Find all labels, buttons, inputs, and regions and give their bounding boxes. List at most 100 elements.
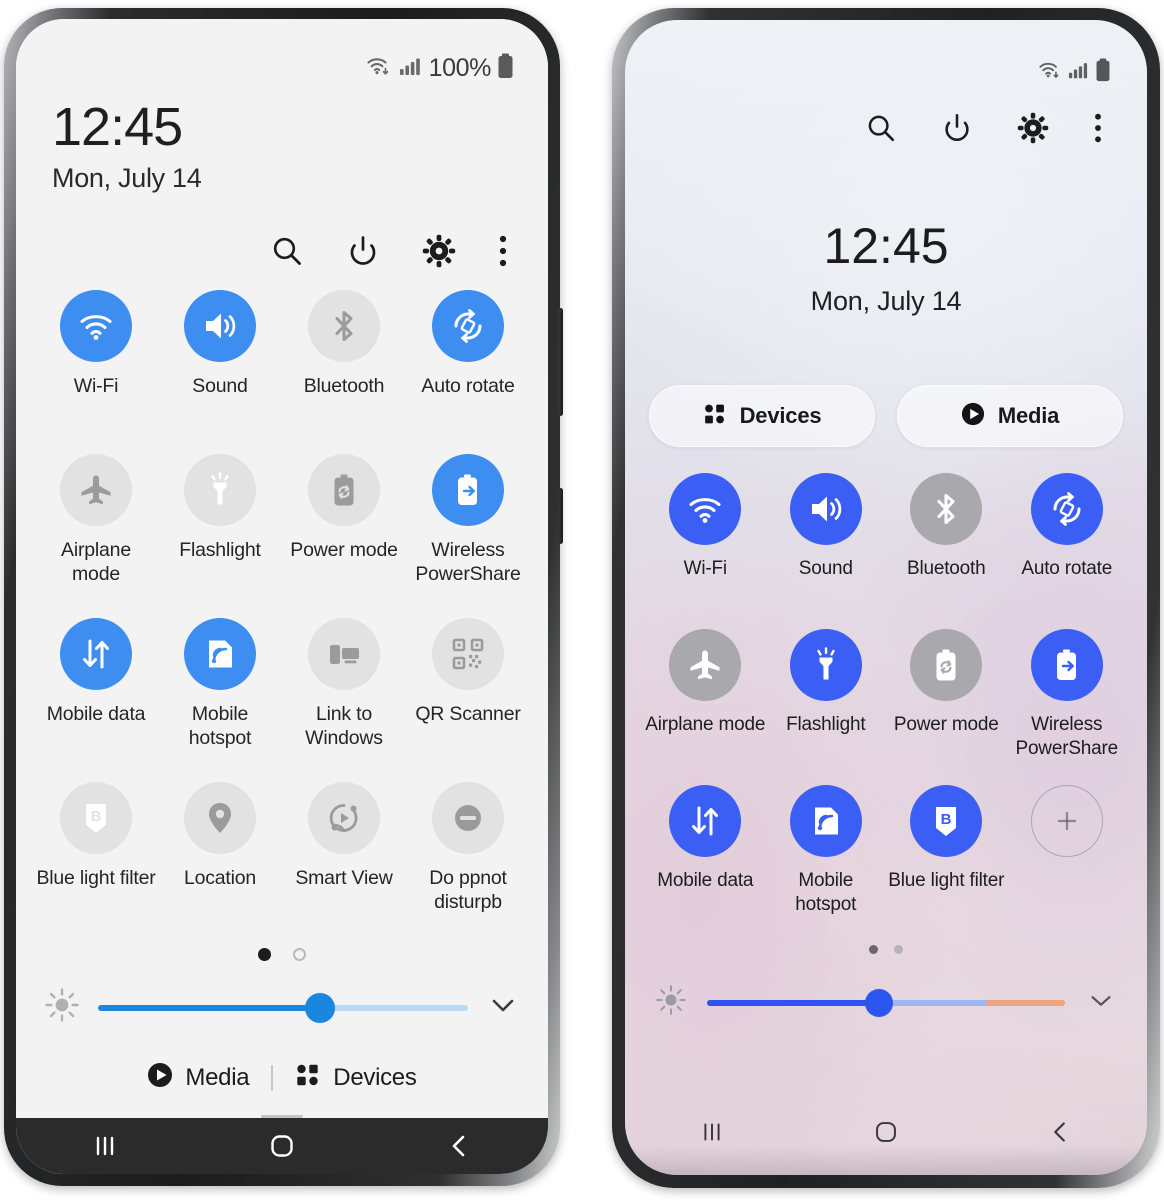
qs-tile-wireless-powershare[interactable]: Wireless PowerShare [1007,629,1128,773]
qs-tile-airplane-mode[interactable]: Airplane mode [34,454,158,604]
recents-icon[interactable] [696,1116,728,1148]
more-options-icon[interactable] [1093,112,1103,149]
power-mode-icon[interactable] [910,629,983,701]
airplane-icon[interactable] [669,629,742,701]
qs-tile-label: Flashlight [786,714,866,735]
page-indicator-left [16,948,548,962]
qs-tile-mobile-data[interactable]: Mobile data [34,618,158,768]
qs-tile-sound[interactable]: Sound [766,473,887,617]
more-options-icon[interactable] [498,234,508,268]
mobile-hotspot-icon[interactable] [184,618,256,691]
qs-tile-auto-rotate[interactable]: Auto rotate [1007,473,1128,617]
qs-tile-add[interactable] [1007,785,1128,929]
qs-tile-auto-rotate[interactable]: Auto rotate [406,290,530,440]
page-dot-inactive[interactable] [293,948,306,962]
slider-thumb[interactable] [305,992,335,1023]
qs-tile-airplane-mode[interactable]: Airplane mode [645,629,766,773]
qs-tile-qr-scanner[interactable]: QR Scanner [406,618,530,768]
play-circle-icon [961,402,985,431]
phone-device-right: 12:45 Mon, July 14 Devices Media Wi-Fi S… [612,8,1160,1188]
mobile-data-icon[interactable] [669,785,742,857]
slider-thumb[interactable] [864,988,893,1017]
media-button[interactable]: Media [147,1062,250,1093]
qs-tile-wi-fi[interactable]: Wi-Fi [34,290,158,440]
chevron-down-icon[interactable] [486,988,520,1027]
navigation-bar-right [625,1089,1147,1175]
qs-tile-smart-view[interactable]: Smart View [282,782,406,932]
sound-icon[interactable] [789,473,862,545]
qs-tile-blue-light-filter[interactable]: B Blue light filter [886,785,1007,929]
search-icon[interactable] [865,112,897,149]
back-icon[interactable] [442,1129,476,1163]
qs-tile-bluetooth[interactable]: Bluetooth [282,290,406,440]
bluetooth-icon[interactable] [308,290,380,363]
qr-scanner-icon[interactable] [432,618,504,691]
power-icon[interactable] [346,234,380,268]
wifi-icon[interactable] [60,290,132,363]
location-pin-icon[interactable] [184,782,256,855]
qs-tile-location[interactable]: Location [158,782,282,932]
power-icon[interactable] [941,112,973,149]
blue-light-filter-icon[interactable]: B [60,782,132,855]
bluetooth-icon[interactable] [910,473,983,545]
brightness-row-right [625,984,1147,1021]
page-dot-inactive[interactable] [894,945,903,954]
smart-view-icon[interactable] [308,782,380,855]
qs-tile-label: Do ppnot disturpb [429,867,507,914]
auto-rotate-icon[interactable] [432,290,504,363]
airplane-icon[interactable] [60,454,132,527]
chevron-down-icon[interactable] [1085,984,1117,1021]
qs-tile-label: Auto rotate [421,375,515,398]
qs-tile-power-mode[interactable]: Power mode [282,454,406,604]
brightness-icon [44,987,80,1028]
qs-tile-do-ppnot-disturpb[interactable]: Do ppnot disturpb [406,782,530,932]
back-icon[interactable] [1044,1116,1076,1148]
home-icon[interactable] [870,1116,902,1148]
qs-tile-mobile-hotspot[interactable]: Mobile hotspot [766,785,887,929]
settings-gear-icon[interactable] [422,234,456,268]
wifi-icon[interactable] [669,473,742,545]
flashlight-icon[interactable] [184,454,256,527]
devices-pill-button[interactable]: Devices [649,385,875,447]
side-power-button[interactable] [558,488,563,544]
media-pill-label: Media [997,403,1060,428]
power-mode-icon[interactable] [308,454,380,527]
page-dot-active[interactable] [869,945,878,954]
quick-settings-panel-right: 12:45 Mon, July 14 Devices Media Wi-Fi S… [625,20,1147,1175]
page-dot-active[interactable] [258,948,271,962]
qs-tile-mobile-hotspot[interactable]: Mobile hotspot [158,618,282,768]
wifi-icon [365,54,393,83]
settings-gear-icon[interactable] [1017,112,1049,149]
flashlight-icon[interactable] [789,629,862,701]
qs-tile-blue-light-filter[interactable]: B Blue light filter [34,782,158,932]
qs-tile-flashlight[interactable]: Flashlight [766,629,887,773]
search-icon[interactable] [270,234,304,268]
battery-full-icon [497,53,514,84]
recents-icon[interactable] [88,1129,122,1163]
link-to-windows-icon[interactable] [308,618,380,691]
home-icon[interactable] [265,1129,299,1163]
mobile-data-icon[interactable] [60,618,132,691]
sound-icon[interactable] [184,290,256,363]
devices-button[interactable]: Devices [295,1062,417,1093]
auto-rotate-icon[interactable] [1030,473,1103,545]
add-tile-icon[interactable] [1030,785,1103,857]
wireless-powershare-icon[interactable] [432,454,504,527]
volume-rocker-button[interactable] [558,308,563,416]
do-not-disturb-icon[interactable] [432,782,504,855]
mobile-hotspot-icon[interactable] [789,785,862,857]
qs-tile-bluetooth[interactable]: Bluetooth [886,473,1007,617]
brightness-slider-right[interactable] [707,988,1065,1017]
qs-tile-wireless-powershare[interactable]: Wireless PowerShare [406,454,530,604]
qs-tile-mobile-data[interactable]: Mobile data [645,785,766,929]
brightness-slider-left[interactable] [98,992,468,1023]
qs-tile-sound[interactable]: Sound [158,290,282,440]
qs-tile-power-mode[interactable]: Power mode [886,629,1007,773]
qs-tile-wi-fi[interactable]: Wi-Fi [645,473,766,617]
wireless-powershare-icon[interactable] [1030,629,1103,701]
qs-tile-flashlight[interactable]: Flashlight [158,454,282,604]
media-pill-button[interactable]: Media [897,385,1123,447]
blue-light-filter-icon[interactable]: B [910,785,983,857]
qs-tile-link-to-windows[interactable]: Link to Windows [282,618,406,768]
qs-tile-label: Bluetooth [303,375,385,398]
